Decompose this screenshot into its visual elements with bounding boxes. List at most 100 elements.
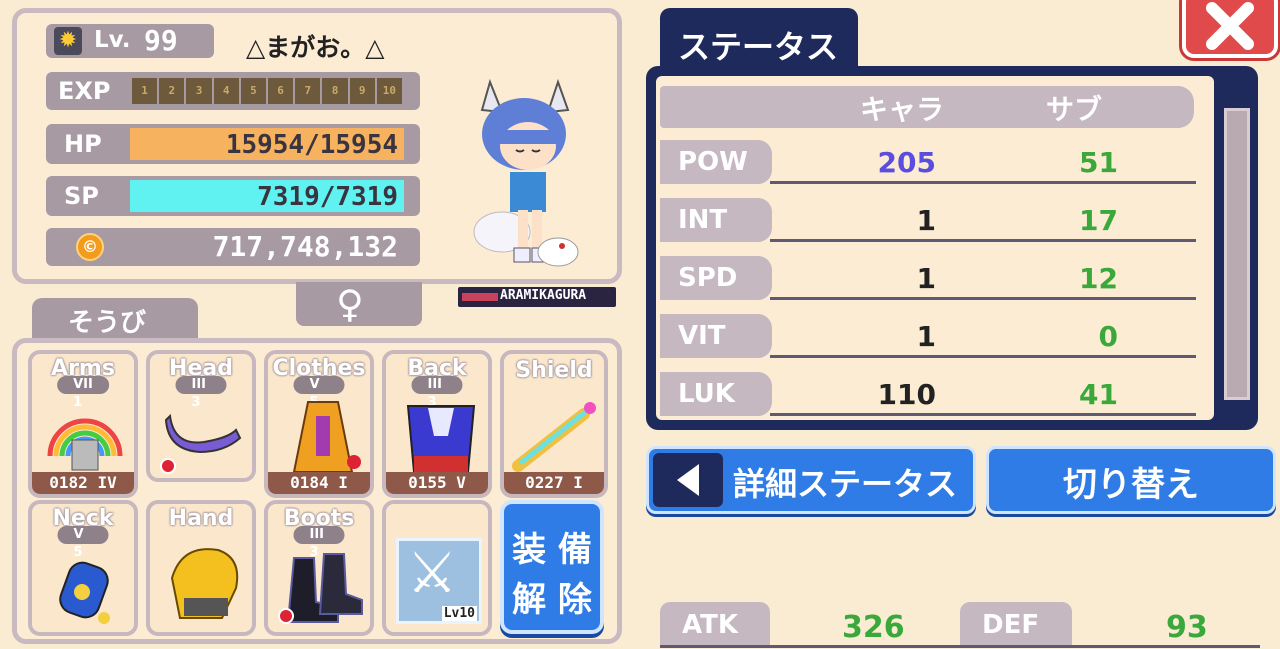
- exp-segment: 5: [240, 78, 267, 104]
- equipment-tab[interactable]: そうび: [32, 298, 198, 340]
- stat-row-divider: [770, 239, 1196, 242]
- sp-row: SP 7319/7319: [46, 176, 420, 216]
- crossed-swords-icon: ⚔: [407, 541, 458, 606]
- stat-sub-value: 17: [1079, 204, 1118, 237]
- stat-chara-value: 205: [877, 146, 936, 179]
- sun-icon: ✹: [54, 27, 82, 55]
- exp-segment: 9: [349, 78, 375, 104]
- item-count: 0184 I: [268, 472, 370, 494]
- item-count: 0182 IV: [32, 472, 134, 494]
- unequip-label-top: 装 備: [512, 530, 592, 570]
- detail-button-arrow-box: [653, 453, 723, 507]
- exp-segment: 1: [132, 78, 158, 104]
- exp-segment: 8: [322, 78, 348, 104]
- stat-sub-value: 12: [1079, 262, 1118, 295]
- switch-label: 切り替え: [1063, 465, 1199, 505]
- exp-segment: 6: [268, 78, 294, 104]
- stat-chara-value: 1: [916, 204, 936, 237]
- slot-clothes[interactable]: Clothes V 5 0184 I: [264, 350, 374, 498]
- close-icon: [1206, 2, 1254, 50]
- hp-value: 15954/15954: [225, 130, 398, 160]
- sp-label: SP: [64, 182, 99, 210]
- atk-value: 326: [842, 610, 905, 645]
- slot-back[interactable]: Back III 3 0155 V: [382, 350, 492, 498]
- rank-roman: III: [427, 377, 443, 392]
- detail-status-button[interactable]: 詳細ステータス: [646, 446, 976, 514]
- switch-button[interactable]: 切り替え: [986, 446, 1276, 514]
- status-tab[interactable]: ステータス: [660, 8, 858, 72]
- character-name: △まがお。△: [246, 33, 385, 62]
- rank-roman: V: [73, 527, 84, 542]
- detail-status-label: 詳細ステータス: [733, 465, 958, 503]
- stat-row-divider: [770, 413, 1196, 416]
- unequip-label-bottom: 解 除: [512, 580, 592, 620]
- stat-row-divider: [770, 355, 1196, 358]
- stat-chara-value: 1: [916, 320, 936, 353]
- atk-def-divider: [660, 645, 1260, 648]
- rainbow-armor-icon: [47, 418, 123, 471]
- col-sub-header: サブ: [1046, 93, 1103, 126]
- def-value: 93: [1166, 610, 1208, 645]
- stat-label-pow: POW: [660, 140, 772, 184]
- nameplate-stripe: [462, 293, 498, 301]
- equipment-tab-label: そうび: [68, 308, 147, 338]
- exp-segment: 2: [159, 78, 185, 104]
- stat-row-divider: [770, 181, 1196, 184]
- slot-hand[interactable]: Hand: [146, 500, 256, 636]
- robe-icon: [292, 401, 361, 473]
- level-value: 99: [144, 24, 178, 57]
- stat-chara-value: 1: [916, 262, 936, 295]
- gender-symbol: ♀: [336, 282, 364, 326]
- stat-label-luk: LUK: [660, 372, 772, 416]
- headband-icon: [164, 413, 242, 454]
- status-scrollbar[interactable]: [1224, 108, 1250, 400]
- rank-badge: VII 1: [57, 376, 109, 410]
- rank-badge: III 3: [293, 526, 345, 560]
- rank-roman: VII: [73, 377, 93, 392]
- coin-icon: ©: [76, 233, 104, 261]
- unequip-button[interactable]: 装 備 解 除: [500, 500, 604, 634]
- rank-badge: III 3: [175, 376, 227, 410]
- exp-segment: 7: [295, 78, 321, 104]
- stat-label-int: INT: [660, 198, 772, 242]
- exp-segment: 4: [213, 78, 239, 104]
- locked-icon: [160, 458, 176, 474]
- exp-bar: 1 2 3 4 5 6 7 8 9 10: [132, 78, 403, 104]
- level-prefix: Lv.: [94, 27, 131, 53]
- slot-label: Shield: [515, 358, 593, 383]
- stat-label-spd: SPD: [660, 256, 772, 300]
- hp-row: HP 15954/15954: [46, 124, 420, 164]
- exp-segment: 10: [376, 78, 403, 104]
- sword-shield-icon: [512, 402, 596, 472]
- slot-label: Hand: [168, 506, 234, 531]
- col-chara-header: キャラ: [860, 93, 945, 126]
- close-button[interactable]: [1182, 0, 1278, 58]
- gauntlet-icon: [170, 548, 239, 619]
- slot-skill[interactable]: ⚔ Lv10: [382, 500, 492, 636]
- stat-label-vit: VIT: [660, 314, 772, 358]
- character-sprite: [462, 72, 592, 286]
- slot-head[interactable]: Head III 3: [146, 350, 256, 482]
- nameplate-text: ARAMIKAGURA: [500, 288, 587, 303]
- skill-card: ⚔ Lv10: [396, 538, 482, 624]
- slot-boots[interactable]: Boots III 3: [264, 500, 374, 636]
- exp-label: EXP: [58, 77, 111, 105]
- rank-badge: III 3: [411, 376, 463, 410]
- status-header: キャラ サブ: [660, 86, 1194, 128]
- stat-sub-value: 41: [1079, 378, 1118, 411]
- slot-shield[interactable]: Shield 0227 I: [500, 350, 608, 498]
- coin-row: © 717,748,132: [46, 228, 420, 266]
- stat-row-divider: [770, 297, 1196, 300]
- status-tab-label: ステータス: [678, 28, 839, 66]
- slot-neck[interactable]: Neck V 5: [28, 500, 138, 636]
- stat-chara-value: 110: [877, 378, 936, 411]
- exp-row: EXP 1 2 3 4 5 6 7 8 9 10: [46, 72, 420, 110]
- hp-label: HP: [64, 130, 102, 158]
- amulet-icon: [59, 561, 110, 624]
- item-count: 0155 V: [386, 472, 488, 494]
- rank-badge: V 5: [57, 526, 109, 560]
- sp-value: 7319/7319: [257, 182, 398, 212]
- level-badge: ✹ Lv. 99: [46, 24, 214, 58]
- slot-arms[interactable]: Arms VII 1 0182 IV: [28, 350, 138, 498]
- stat-sub-value: 0: [1098, 320, 1118, 353]
